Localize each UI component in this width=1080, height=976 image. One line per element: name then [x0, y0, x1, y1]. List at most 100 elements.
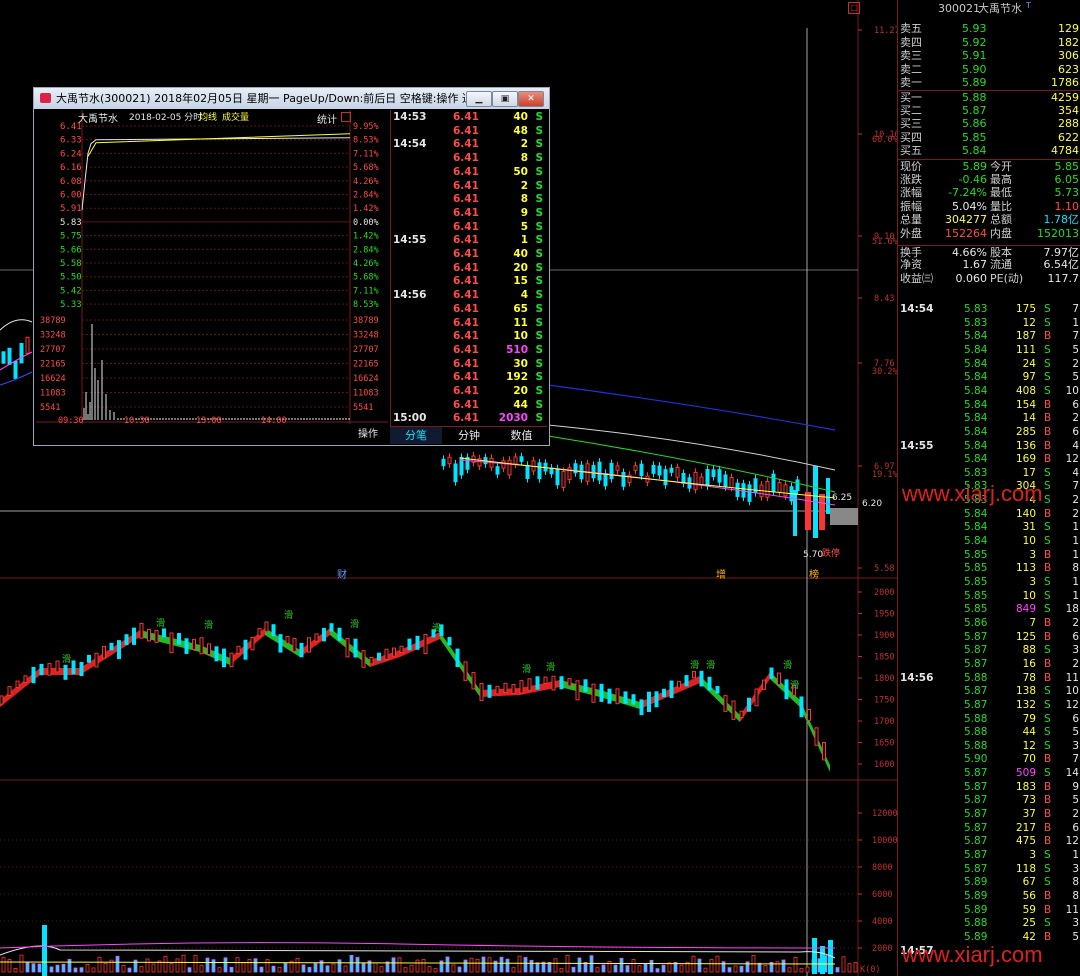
- volume-bar: [175, 958, 180, 973]
- popup-tick-row: 15:00 6.41 2030 S: [391, 412, 546, 426]
- tick-row: 14:54 5.83 175 S 7: [898, 303, 1080, 317]
- volume-bar: [787, 967, 792, 973]
- indicator-candle: [154, 630, 159, 643]
- price-candle: [1, 351, 6, 364]
- tick-price: 5.88: [964, 739, 988, 752]
- pct-axis-label: 1.42%: [353, 232, 379, 242]
- tick-volume: 175: [1015, 303, 1036, 315]
- event-marker-cai[interactable]: 财: [337, 566, 347, 581]
- popup-tick-price: 6.41: [453, 302, 479, 315]
- candle-last-label: 6.20: [862, 499, 883, 509]
- stat-box-icon[interactable]: [341, 112, 351, 122]
- action-button[interactable]: 操作: [358, 425, 378, 440]
- tick-count: 1: [1072, 589, 1079, 602]
- price-candle: [7, 347, 12, 365]
- popup-tick-price: 6.41: [453, 343, 479, 356]
- stat-button[interactable]: 统计: [317, 111, 337, 126]
- volume-bar: [73, 967, 78, 973]
- watermark-top: www.xiarj.com: [902, 481, 1043, 506]
- tab-fenbi[interactable]: 分笔: [390, 427, 442, 444]
- tick-count: 10: [1065, 685, 1079, 698]
- popup-tick-price: 6.41: [453, 111, 479, 123]
- indicator-candle: [647, 691, 651, 712]
- tick-volume: 59: [1022, 903, 1036, 916]
- close-icon[interactable]: ✕: [518, 91, 544, 107]
- indicator-axis-label: 1600: [874, 760, 894, 770]
- maximize-icon[interactable]: ▣: [492, 91, 518, 107]
- volume-bar: [469, 957, 474, 973]
- quote-label: 流通: [990, 258, 1012, 272]
- tick-volume: 138: [1015, 685, 1036, 698]
- indicator-candle: [739, 710, 744, 718]
- tab-fenzhong[interactable]: 分钟: [443, 427, 495, 444]
- quote-row: 净资 1.67 流通 6.54亿: [898, 258, 1080, 272]
- price-candle: [717, 469, 722, 483]
- pct-axis-label: 0.00%: [353, 218, 379, 228]
- price-axis-label: 11.27: [874, 26, 897, 36]
- indicator-candle: [229, 652, 234, 668]
- restore-icon[interactable]: □: [848, 2, 860, 14]
- volume-bar: [253, 958, 258, 973]
- popup-tick-direction: S: [535, 357, 543, 370]
- tick-direction: B: [1044, 657, 1052, 670]
- volume-bar: [553, 958, 558, 973]
- volume-axis-unit: K(0): [860, 965, 880, 975]
- event-marker-zeng[interactable]: 增: [716, 566, 726, 581]
- tick-price: 5.85: [964, 589, 988, 602]
- tick-row: 14:55 5.84 136 B 4: [898, 440, 1080, 454]
- tick-price: 5.84: [964, 535, 988, 548]
- volume-bar: [703, 967, 708, 973]
- indicator-candle: [535, 676, 540, 690]
- tick-count: 6: [1072, 630, 1079, 643]
- tick-volume: 849: [1015, 603, 1036, 616]
- volume-axis-label: 27707: [353, 345, 379, 355]
- tick-price: 5.85: [964, 576, 988, 588]
- price-axis-label: 6.00: [60, 191, 82, 201]
- tick-price: 5.84: [964, 521, 988, 534]
- volume-bar: [97, 956, 102, 973]
- tick-price: 5.90: [964, 753, 988, 766]
- tick-volume: 3: [1029, 849, 1036, 861]
- order-book-row: 买四 5.85 622: [898, 131, 1080, 145]
- tab-shuzhi[interactable]: 数值: [496, 427, 547, 444]
- volume-bar: [55, 964, 60, 973]
- indicator-candle: [7, 686, 12, 696]
- tick-count: 6: [1072, 821, 1079, 834]
- volume-bar: [49, 966, 54, 973]
- event-marker-bang[interactable]: 榜: [809, 566, 819, 581]
- indicator-candle: [607, 688, 612, 704]
- tick-direction: B: [1044, 821, 1052, 834]
- popup-tick-direction: S: [535, 398, 543, 411]
- indicator-candle: [15, 680, 20, 688]
- indicator-candle: [384, 648, 389, 660]
- popup-tick-price: 6.41: [453, 371, 479, 384]
- tick-count: 5: [1072, 930, 1079, 943]
- indicator-candle: [139, 622, 144, 639]
- intraday-chart[interactable]: 6.41 9.95%6.33 8.53%6.24 7.11%6.16 5.68%6.08…: [36, 110, 388, 424]
- volume-bar: [781, 959, 786, 973]
- price-candle: [795, 479, 800, 491]
- volume-bar: [61, 963, 66, 973]
- popup-tick-direction: S: [535, 111, 543, 123]
- pct-axis-label: 30.2%: [872, 367, 897, 377]
- popup-titlebar[interactable]: 大禹节水(300021) 2018年02月05日 星期一 PageUp/Down…: [34, 88, 549, 109]
- volume-bar: [523, 957, 528, 973]
- tick-price: 5.87: [964, 685, 988, 698]
- book-price: 5.91: [962, 49, 987, 63]
- volume-bar: [13, 967, 18, 973]
- price-candle: [819, 494, 825, 530]
- indicator-band: [80, 630, 140, 675]
- indicator-candle: [527, 678, 532, 691]
- popup-tick-direction: S: [535, 152, 543, 165]
- tick-direction: S: [1044, 849, 1051, 861]
- minimize-icon[interactable]: ▁: [466, 91, 492, 107]
- popup-tick-row: 6.41 192 S: [391, 371, 546, 385]
- popup-tick-volume: 30: [513, 357, 528, 370]
- popup-tick-volume: 11: [513, 316, 528, 329]
- indicator-axis-label: 1750: [874, 696, 894, 706]
- popup-tick-volume: 2: [520, 179, 528, 192]
- volume-bar: [511, 967, 516, 973]
- intraday-popup-window[interactable]: 大禹节水(300021) 2018年02月05日 星期一 PageUp/Down…: [33, 87, 550, 446]
- volume-bar: [667, 962, 672, 973]
- tick-volume: 3: [1029, 576, 1036, 588]
